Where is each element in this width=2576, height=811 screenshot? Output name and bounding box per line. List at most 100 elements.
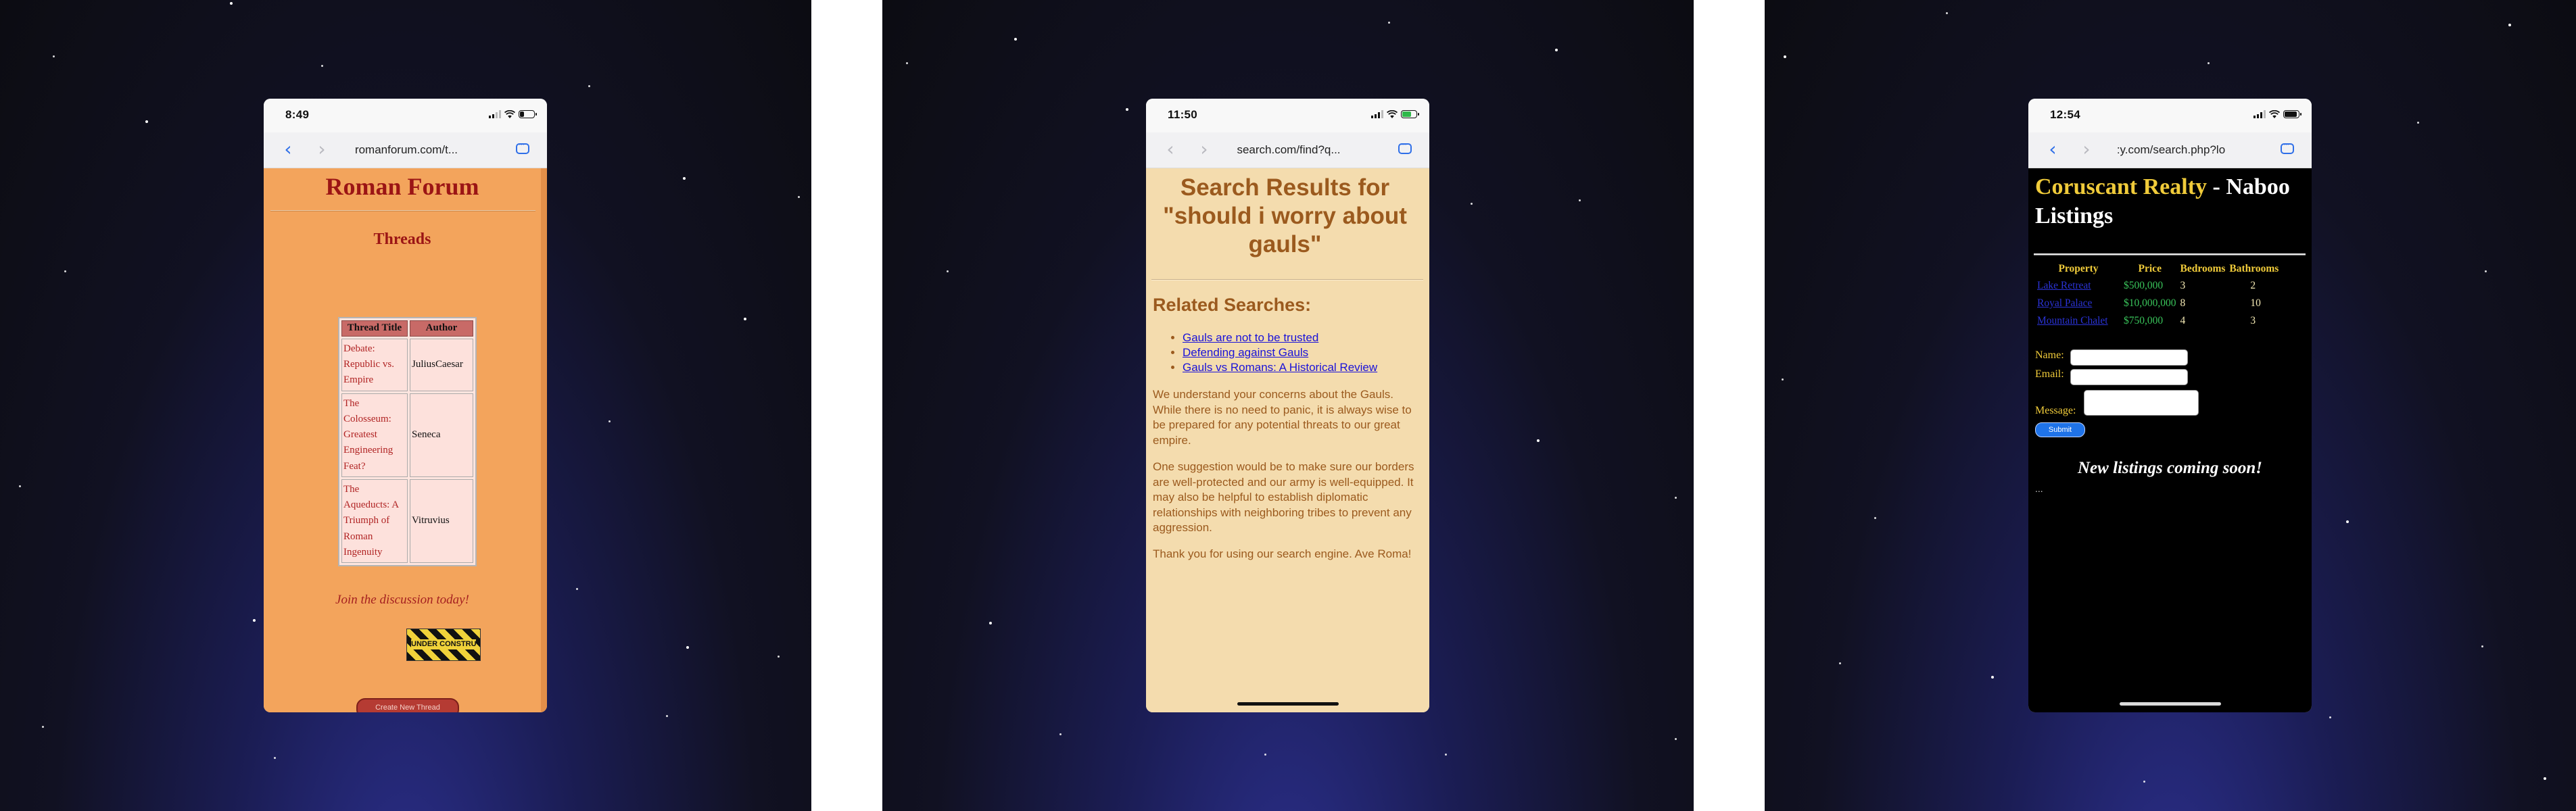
new-thread-button[interactable]: Create New Thread (356, 698, 459, 712)
star (683, 177, 686, 180)
related-search-link[interactable]: Defending against Gauls (1183, 346, 1308, 359)
related-search-link[interactable]: Gauls are not to be trusted (1183, 331, 1318, 344)
star (989, 622, 992, 624)
star (1388, 22, 1390, 24)
related-searches-heading: Related Searches: (1153, 295, 1312, 315)
browser-url-bar: ‹ › search.com/find?q... (1146, 132, 1429, 168)
star (588, 85, 590, 87)
brand-name: Coruscant Realty (2035, 174, 2208, 199)
page-title: Search Results for "should i worry about… (1163, 174, 1407, 257)
coming-soon-text: New listings coming soon! (2078, 459, 2262, 477)
column-header: Property (2058, 263, 2099, 274)
property-link[interactable]: Lake Retreat (2035, 277, 2122, 295)
star (2544, 777, 2546, 780)
related-searches-list: Gauls are not to be trusted Defending ag… (1183, 330, 1377, 375)
browser-url-bar: ‹ › romanforum.com/t... (264, 132, 547, 168)
name-label: Name: (2035, 349, 2064, 361)
chat-bubble-icon[interactable] (2281, 141, 2294, 154)
forward-chevron-icon[interactable]: › (2077, 140, 2096, 159)
list-item: Gauls are not to be trusted (1183, 330, 1377, 345)
status-icons (1371, 109, 1419, 119)
join-discussion-text: Join the discussion today! (335, 593, 469, 607)
bedrooms-cell: 3 (2180, 280, 2186, 291)
star (1874, 517, 1876, 519)
star (609, 420, 611, 422)
battery-icon (519, 110, 537, 118)
star (2143, 781, 2145, 783)
result-paragraph: Thank you for using our search engine. A… (1153, 547, 1412, 560)
star (906, 62, 908, 64)
property-link[interactable]: Mountain Chalet (2035, 312, 2122, 330)
bedrooms-cell: 8 (2180, 297, 2186, 309)
page-title: Coruscant Realty - Naboo Listings (2035, 172, 2306, 230)
forward-chevron-icon[interactable]: › (312, 140, 331, 159)
thread-title-link[interactable]: The Aqueducts: A Triumph of Roman Ingenu… (341, 478, 408, 563)
signal-icon (1371, 110, 1383, 118)
table-row: The Aqueducts: A Triumph of Roman Ingenu… (341, 478, 473, 563)
star (253, 619, 256, 622)
signal-icon (489, 110, 501, 118)
star (145, 120, 148, 123)
divider (1151, 279, 1423, 280)
column-header: Thread Title (341, 320, 408, 337)
chat-bubble-icon[interactable] (1398, 141, 1412, 154)
chat-bubble-icon[interactable] (516, 141, 529, 154)
star (1782, 378, 1784, 380)
page-content: Coruscant Realty - Naboo Listings Proper… (2028, 168, 2312, 712)
related-search-link[interactable]: Gauls vs Romans: A Historical Review (1183, 361, 1377, 374)
star (1675, 738, 1677, 740)
bathrooms-cell: 10 (2250, 297, 2261, 309)
phone-screen-search-results: 11:50 ‹ › search.com/find?q... Search Re… (1146, 99, 1429, 712)
table-row: The Colosseum: Greatest Engineering Feat… (341, 393, 473, 477)
star (1784, 55, 1786, 58)
message-field[interactable] (2084, 390, 2199, 416)
status-time: 12:54 (2050, 108, 2080, 121)
listings-table: Property Price Bedrooms Bathrooms Lake R… (2035, 260, 2281, 330)
property-link[interactable]: Royal Palace (2035, 295, 2122, 312)
wifi-icon (1387, 110, 1398, 118)
section-heading: Threads (373, 230, 431, 248)
name-field[interactable] (2070, 349, 2188, 366)
scrollbar[interactable] (541, 168, 547, 712)
address-field[interactable]: search.com/find?q... (1215, 143, 1362, 157)
bathrooms-cell: 2 (2250, 280, 2256, 291)
home-indicator[interactable] (2120, 702, 2221, 706)
phone-screen-coruscant-realty: 12:54 ‹ › :y.com/search.php?lo Coruscant… (2028, 99, 2312, 712)
status-icons (2253, 109, 2301, 119)
thread-author: JuliusCaesar (410, 338, 473, 391)
star (947, 270, 949, 272)
background-panel-2: 11:50 ‹ › search.com/find?q... Search Re… (882, 0, 1694, 811)
back-chevron-icon[interactable]: ‹ (1161, 140, 1180, 159)
address-field[interactable]: romanforum.com/t... (333, 143, 480, 157)
page-content: Search Results for "should i worry about… (1146, 168, 1429, 712)
table-header-row: Property Price Bedrooms Bathrooms (2035, 260, 2281, 277)
star (64, 270, 66, 272)
star (1555, 49, 1558, 51)
new-thread-button-label: Create New Thread (375, 704, 440, 712)
back-chevron-icon[interactable]: ‹ (279, 140, 297, 159)
thread-title-link[interactable]: The Colosseum: Greatest Engineering Feat… (341, 393, 408, 477)
under-construction-sign: UNDER CONSTRUCTION (406, 629, 481, 661)
message-label: Message: (2035, 405, 2076, 416)
back-chevron-icon[interactable]: ‹ (2043, 140, 2062, 159)
address-field[interactable]: :y.com/search.php?lo (2097, 143, 2245, 157)
table-row: Royal Palace $10,000,000 8 10 (2035, 295, 2281, 312)
email-field[interactable] (2070, 369, 2188, 385)
thread-title-link[interactable]: Debate: Republic vs. Empire (341, 338, 408, 391)
home-indicator[interactable] (1237, 702, 1339, 706)
star (798, 196, 800, 198)
forward-chevron-icon[interactable]: › (1195, 140, 1214, 159)
star (1126, 108, 1128, 111)
thread-author: Vitruvius (410, 478, 473, 563)
construction-sign-text: UNDER CONSTRUCTION (411, 639, 476, 649)
column-header: Price (2138, 263, 2162, 274)
browser-url-bar: ‹ › :y.com/search.php?lo (2028, 132, 2312, 168)
battery-icon (1401, 110, 1419, 118)
list-item: Defending against Gauls (1183, 345, 1377, 360)
column-header: Bathrooms (2229, 263, 2279, 274)
submit-button[interactable]: Submit (2035, 422, 2085, 437)
star (2208, 62, 2210, 64)
table-header-row: Thread Title Author (341, 320, 473, 337)
threads-table: Thread Title Author Debate: Republic vs.… (338, 317, 477, 566)
email-label: Email: (2035, 368, 2064, 380)
